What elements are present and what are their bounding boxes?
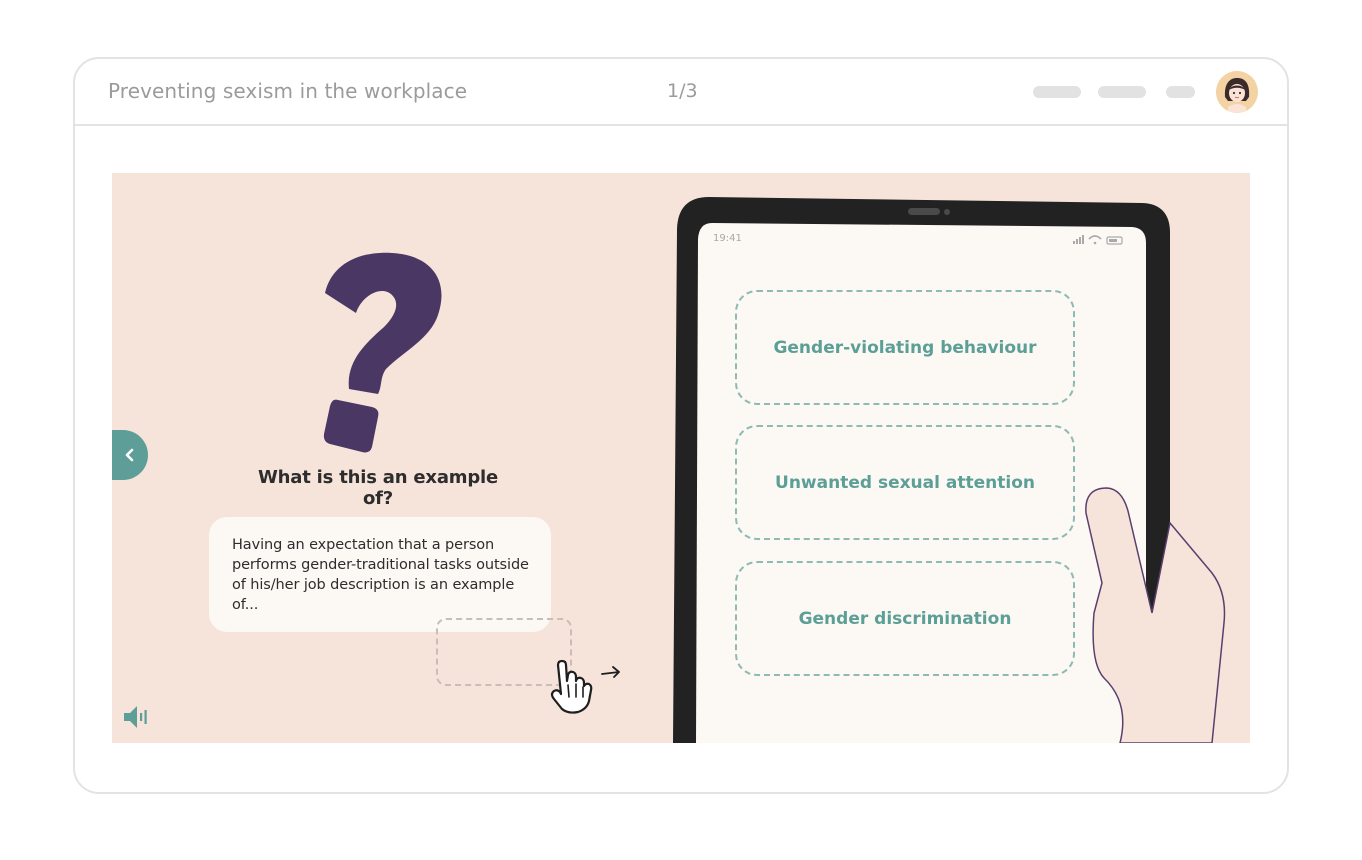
pointer-hand-icon	[550, 659, 620, 714]
slide-stage: 19:41 Gender-violating behaviour Unwante…	[112, 173, 1250, 743]
phone-clock: 19:41	[713, 233, 742, 244]
course-title: Preventing sexism in the workplace	[108, 79, 468, 103]
scenario-card[interactable]: Having an expectation that a person perf…	[209, 517, 551, 632]
nav-placeholder-1	[1033, 86, 1081, 98]
answer-option-1[interactable]: Gender-violating behaviour	[735, 290, 1075, 405]
top-bar: Preventing sexism in the workplace 1/3	[75, 59, 1287, 126]
question-text: What is this an example of?	[257, 467, 499, 509]
speaker-icon[interactable]	[122, 703, 152, 731]
tablet-illustration	[673, 197, 1226, 743]
answer-option-2[interactable]: Unwanted sexual attention	[735, 425, 1075, 540]
nav-placeholder-3	[1166, 86, 1195, 98]
user-avatar[interactable]	[1216, 71, 1258, 113]
slide-progress: 1/3	[667, 80, 698, 102]
lesson-window: Preventing sexism in the workplace 1/3 1…	[73, 57, 1289, 794]
answer-option-3[interactable]: Gender discrimination	[735, 561, 1075, 676]
question-mark-illustration	[323, 252, 442, 453]
avatar-face-icon	[1216, 71, 1258, 113]
nav-placeholder-2	[1098, 86, 1146, 98]
chevron-left-icon	[125, 448, 134, 462]
